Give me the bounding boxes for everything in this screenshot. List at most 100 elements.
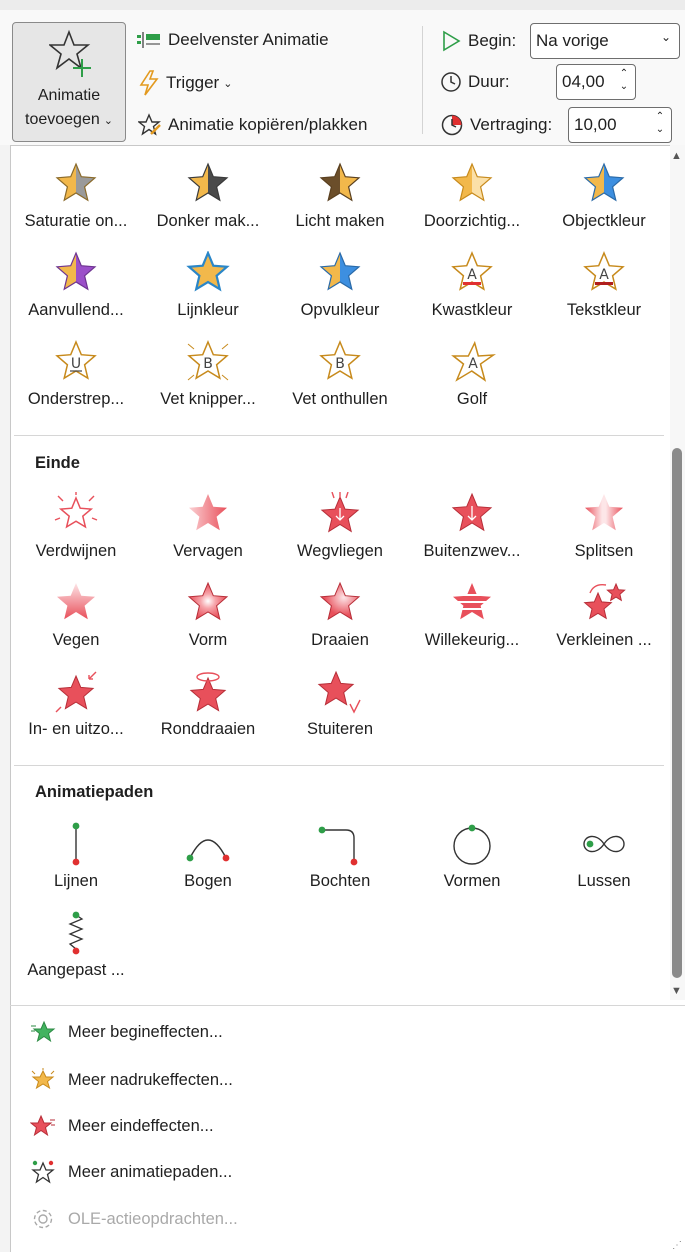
animation-painter-label: Animatie kopiëren/plakken — [168, 115, 368, 134]
exit-effect-vervagen[interactable]: Vervagen — [142, 492, 274, 561]
star-lighten-icon — [274, 162, 406, 206]
svg-text:B: B — [203, 356, 213, 372]
emphasis-effect-golf[interactable]: A Golf — [406, 340, 538, 409]
star-float-out-icon — [406, 492, 538, 536]
exit-effect-draaien[interactable]: Draaien — [274, 581, 406, 650]
add-animation-label-2: toevoegen ⌄ — [25, 111, 113, 128]
svg-text:U: U — [71, 356, 81, 372]
more-emphasis-label: Meer nadrukeffecten... — [68, 1070, 233, 1089]
star-shape-icon — [142, 581, 274, 625]
star-complementary-icon — [10, 251, 142, 295]
emphasis-effect-lijnkleur[interactable]: Lijnkleur — [142, 251, 274, 320]
star-path-icon — [31, 1160, 55, 1184]
more-entrance-effects[interactable]: Meer begineffecten... — [30, 1020, 223, 1044]
animation-pane-icon — [137, 32, 160, 48]
more-exit-effects[interactable]: Meer eindeffecten... — [30, 1114, 214, 1138]
exit-effect-label: In- en uitzo... — [28, 720, 124, 738]
motion-path-vormen[interactable]: Vormen — [406, 822, 538, 891]
delay-label: Vertraging: — [470, 115, 553, 134]
begin-select[interactable]: Na vorige ⌄ — [530, 23, 680, 59]
emphasis-effect-label: Vet knipper... — [160, 390, 256, 408]
exit-effect-ronddraaien[interactable]: Ronddraaien — [142, 670, 274, 739]
add-animation-label-1: Animatie — [37, 87, 101, 104]
emphasis-effect-saturatie-on[interactable]: Saturatie on... — [10, 162, 142, 231]
motion-path-lijnen[interactable]: Lijnen — [10, 822, 142, 891]
svg-text:A: A — [599, 267, 609, 283]
duration-spinner[interactable]: 04,00 ⌃ ⌄ — [556, 64, 636, 100]
begin-label-group: Begin: — [440, 30, 516, 52]
emphasis-effect-label: Doorzichtig... — [423, 212, 521, 230]
exit-effect-willekeurig[interactable]: Willekeurig... — [406, 581, 538, 650]
exit-effect-in-en-uitzo[interactable]: In- en uitzo... — [10, 670, 142, 739]
star-darken-icon — [142, 162, 274, 206]
emphasis-effect-licht-maken[interactable]: Licht maken — [274, 162, 406, 231]
trigger-button[interactable]: Trigger ⌄ — [138, 70, 232, 96]
scroll-up-arrow-icon[interactable]: ▲ — [671, 150, 682, 162]
scrollbar-thumb[interactable] — [672, 448, 682, 978]
emphasis-effect-kwastkleur[interactable]: A Kwastkleur — [406, 251, 538, 320]
motion-path-bogen[interactable]: Bogen — [142, 822, 274, 891]
exit-effect-vorm[interactable]: Vorm — [142, 581, 274, 650]
delay-spinner[interactable]: 10,00 ⌃ ⌄ — [568, 107, 672, 143]
path-loops-icon — [538, 822, 670, 866]
ribbon-top-strip — [0, 0, 685, 10]
spinner-arrows-icon[interactable]: ⌃ ⌄ — [617, 67, 631, 93]
add-animation-button[interactable]: Animatie toevoegen ⌄ — [12, 22, 126, 142]
motion-path-lussen[interactable]: Lussen — [538, 822, 670, 891]
emphasis-effect-label: Opvulkleur — [300, 301, 380, 319]
section-divider — [14, 765, 664, 766]
chevron-down-icon: ⌄ — [103, 115, 113, 127]
spinner-arrows-icon[interactable]: ⌃ ⌄ — [653, 110, 667, 136]
emphasis-effect-donker-mak[interactable]: Donker mak... — [142, 162, 274, 231]
exit-effect-label: Verdwijnen — [35, 542, 117, 560]
emphasis-effect-onderstrep[interactable]: U Onderstrep... — [10, 340, 142, 409]
star-object-color-icon — [538, 162, 670, 206]
more-exit-label: Meer eindeffecten... — [68, 1116, 214, 1135]
emphasis-effect-vet-knipper[interactable]: B Vet knipper... — [142, 340, 274, 409]
star-fly-out-icon — [274, 492, 406, 536]
chevron-down-icon: ⌄ — [223, 77, 233, 90]
exit-effect-buitenzwev[interactable]: Buitenzwev... — [406, 492, 538, 561]
star-font-color-icon: A — [538, 251, 670, 295]
exit-effect-splitsen[interactable]: Splitsen — [538, 492, 670, 561]
motion-path-label: Lijnen — [53, 872, 99, 890]
exit-effect-label: Buitenzwev... — [423, 542, 521, 560]
scroll-down-arrow-icon[interactable]: ▼ — [671, 985, 682, 997]
exit-effect-vegen[interactable]: Vegen — [10, 581, 142, 650]
ribbon-separator — [422, 26, 423, 134]
star-brush-color-icon: A — [406, 251, 538, 295]
animation-pane-button[interactable]: Deelvenster Animatie — [136, 30, 329, 50]
emphasis-effect-vet-onthullen[interactable]: B Vet onthullen — [274, 340, 406, 409]
motion-path-label: Lussen — [577, 872, 631, 890]
star-transparency-icon — [406, 162, 538, 206]
begin-select-value: Na vorige — [536, 31, 609, 50]
emphasis-effect-objectkleur[interactable]: Objectkleur — [538, 162, 670, 231]
exit-effect-label: Stuiteren — [306, 720, 374, 738]
resize-grip-icon[interactable]: ⋰ — [672, 1240, 682, 1251]
emphasis-effect-tekstkleur[interactable]: A Tekstkleur — [538, 251, 670, 320]
more-motion-paths[interactable]: Meer animatiepaden... — [30, 1160, 232, 1184]
motion-path-aangepast[interactable]: Aangepast ... — [10, 911, 142, 980]
delay-value: 10,00 — [574, 115, 617, 134]
path-custom-icon — [10, 911, 142, 955]
emphasis-effect-aanvullend[interactable]: Aanvullend... — [10, 251, 142, 320]
delay-label-group: Vertraging: — [440, 113, 552, 137]
menu-divider — [10, 1005, 685, 1006]
animation-painter-button[interactable]: Animatie kopiëren/plakken — [138, 113, 367, 137]
emphasis-effect-opvulkleur[interactable]: Opvulkleur — [274, 251, 406, 320]
emphasis-effect-label: Donker mak... — [156, 212, 260, 230]
motion-path-bochten[interactable]: Bochten — [274, 822, 406, 891]
exit-effect-wegvliegen[interactable]: Wegvliegen — [274, 492, 406, 561]
emphasis-effect-label: Vet onthullen — [292, 390, 388, 408]
star-fill-color-icon — [274, 251, 406, 295]
path-shapes-icon — [406, 822, 538, 866]
more-emphasis-effects[interactable]: Meer nadrukeffecten... — [30, 1068, 233, 1092]
exit-effect-verdwijnen[interactable]: Verdwijnen — [10, 492, 142, 561]
star-disappear-icon — [10, 492, 142, 536]
emphasis-effect-doorzichtig[interactable]: Doorzichtig... — [406, 162, 538, 231]
chevron-down-icon: ⌄ — [660, 30, 671, 44]
exit-effect-stuiteren[interactable]: Stuiteren — [274, 670, 406, 739]
duration-label-group: Duur: — [440, 71, 510, 93]
exit-effect-label: Ronddraaien — [160, 720, 256, 738]
exit-effect-verkleinen[interactable]: Verkleinen ... — [538, 581, 670, 650]
